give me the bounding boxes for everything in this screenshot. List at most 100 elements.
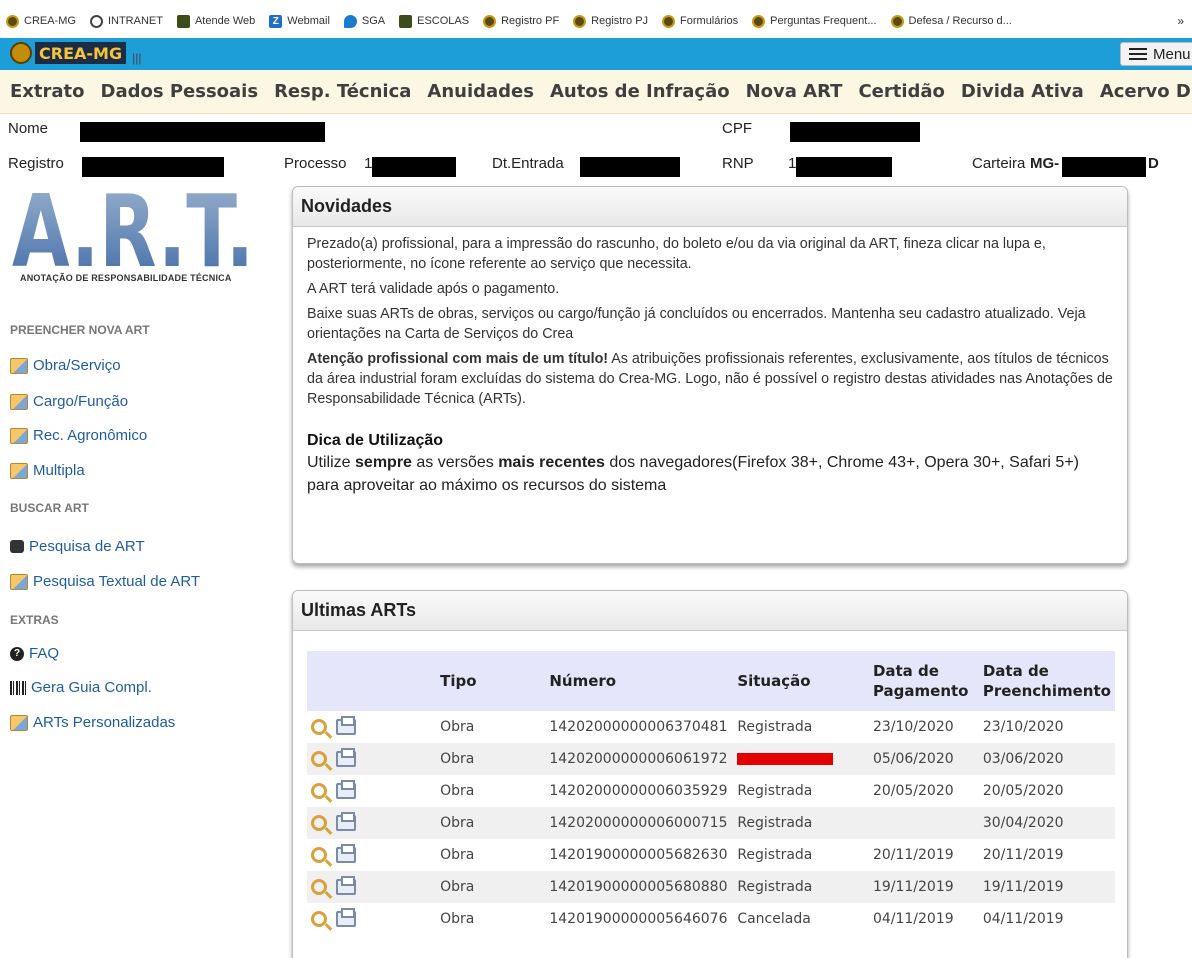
magnifier-icon[interactable]: [311, 847, 327, 863]
dt-entrada-redacted: [580, 157, 680, 177]
nav-certidao[interactable]: Certidão: [858, 81, 944, 102]
sidebar-item-gera-guia[interactable]: Gera Guia Compl.: [10, 679, 152, 696]
logo-text: CREA-MG: [35, 42, 127, 64]
rnp-redacted: [796, 157, 892, 177]
situacao-redacted: [733, 743, 869, 775]
col-data-pagamento: Data de Pagamento: [868, 651, 979, 711]
table-row: Obra 14202000000006000715 Registrada 30/…: [307, 807, 1115, 839]
table-row: Obra 14201900000005682630 Registrada 20/…: [307, 839, 1115, 871]
more-bookmarks-button[interactable]: »: [1177, 14, 1184, 28]
bookmark-defesa[interactable]: Defesa / Recurso d...: [890, 14, 1012, 28]
sidebar-item-arts-personalizadas[interactable]: ARTs Personalizadas: [10, 714, 175, 731]
app-icon: [399, 14, 413, 28]
sga-icon: [343, 14, 357, 28]
sidebar-item-faq[interactable]: ? FAQ: [10, 645, 59, 662]
menu-button[interactable]: Menu: [1120, 42, 1192, 66]
barcode-icon: [10, 680, 26, 695]
nome-label: Nome: [8, 120, 49, 137]
magnifier-icon[interactable]: [311, 751, 327, 767]
bookmark-registro-pf[interactable]: Registro PF: [483, 14, 559, 28]
col-actions: [307, 651, 437, 711]
nome-redacted: [80, 122, 325, 142]
red-redaction-bar: [737, 753, 834, 765]
bookmark-webmail[interactable]: Z Webmail: [269, 14, 330, 28]
magnifier-icon[interactable]: [311, 719, 327, 735]
printer-icon[interactable]: [336, 908, 356, 927]
bookmark-intranet[interactable]: INTRANET: [89, 14, 163, 28]
crea-icon: [662, 14, 676, 28]
art-logo-graphic: A.R.T.: [8, 173, 258, 290]
info-row-2: Registro Processo 1 Dt.Entrada RNP 1 Car…: [0, 155, 1192, 179]
ultimas-arts-table: Tipo Número Situação Data de Pagamento Da…: [307, 651, 1115, 935]
carteira-suffix: D: [1148, 155, 1159, 172]
sidebar-item-pesquisa-textual[interactable]: Pesquisa Textual de ART: [10, 573, 200, 590]
novidades-p3: Baixe suas ARTs de obras, serviços ou ca…: [307, 306, 1086, 342]
question-icon: ?: [10, 646, 24, 661]
printer-icon[interactable]: [336, 780, 356, 799]
bookmark-crea[interactable]: CREA-MG: [6, 14, 76, 28]
bookmark-escolas[interactable]: ESCOLAS: [399, 14, 469, 28]
edit-form-icon: [10, 714, 28, 731]
dica-text: Utilize sempre as versões mais recentes …: [307, 454, 1079, 494]
menu-label: Menu: [1153, 45, 1191, 63]
binoculars-icon: [10, 540, 24, 553]
globe-icon: [89, 14, 103, 28]
bookmarks-bar: CREA-MG INTRANET Atende Web Z Webmail SGA…: [0, 8, 1192, 34]
svg-text:A.R.T.: A.R.T.: [12, 190, 254, 270]
nav-extrato[interactable]: Extrato: [10, 81, 85, 102]
sidebar-item-obra-servico[interactable]: Obra/Serviço: [10, 357, 121, 374]
carteira-label: Carteira: [972, 155, 1026, 172]
printer-icon[interactable]: [336, 876, 356, 895]
nav-resp-tecnica[interactable]: Resp. Técnica: [274, 81, 411, 102]
cpf-redacted: [790, 122, 920, 142]
bookmark-atende-web[interactable]: Atende Web: [176, 14, 255, 28]
processo-redacted: [372, 157, 456, 177]
crea-icon: [6, 14, 19, 28]
nav-nova-art[interactable]: Nova ART: [746, 81, 843, 102]
nav-dados-pessoais[interactable]: Dados Pessoais: [101, 81, 259, 102]
section-preencher-nova-art: PREENCHER NOVA ART: [10, 323, 150, 337]
magnifier-icon[interactable]: [311, 879, 327, 895]
nav-divida-ativa[interactable]: Divida Ativa: [961, 81, 1084, 102]
magnifier-icon[interactable]: [311, 783, 327, 799]
info-row-1: Nome CPF: [0, 120, 1192, 144]
logo-bars-icon: |||: [132, 51, 142, 65]
art-logo-subtitle: ANOTAÇÃO DE RESPONSABILIDADE TÉCNICA: [20, 273, 232, 283]
sidebar-item-multipla[interactable]: Multipla: [10, 462, 85, 479]
sidebar-item-rec-agronomico[interactable]: Rec. Agronômico: [10, 427, 147, 444]
registro-redacted: [82, 157, 224, 177]
table-row: Obra 14202000000006370481 Registrada 23/…: [307, 711, 1115, 743]
edit-form-icon: [10, 393, 28, 410]
sidebar-item-cargo-funcao[interactable]: Cargo/Função: [10, 393, 128, 410]
sidebar-item-pesquisa-art[interactable]: Pesquisa de ART: [10, 538, 145, 555]
rnp-label: RNP: [722, 155, 754, 172]
printer-icon[interactable]: [336, 716, 356, 735]
hamburger-icon: [1129, 48, 1147, 60]
col-tipo: Tipo: [436, 651, 546, 711]
crea-icon: [890, 14, 904, 28]
magnifier-icon[interactable]: [311, 911, 327, 927]
nav-anuidades[interactable]: Anuidades: [427, 81, 534, 102]
printer-icon[interactable]: [336, 748, 356, 767]
printer-icon[interactable]: [336, 812, 356, 831]
bookmark-formularios[interactable]: Formulários: [662, 14, 738, 28]
carteira-prefix: MG-: [1030, 155, 1060, 172]
nav-autos-infracao[interactable]: Autos de Infração: [550, 81, 730, 102]
edit-form-icon: [10, 573, 28, 590]
col-situacao: Situação: [733, 651, 869, 711]
bookmark-perguntas[interactable]: Perguntas Frequent...: [752, 14, 877, 28]
crea-icon: [573, 14, 587, 28]
crea-logo[interactable]: CREA-MG |||: [10, 41, 141, 65]
section-extras: EXTRAS: [10, 613, 59, 627]
nav-acervo-digital[interactable]: Acervo Digital: [1100, 81, 1192, 102]
bookmark-sga[interactable]: SGA: [343, 14, 385, 28]
registro-label: Registro: [8, 155, 64, 172]
printer-icon[interactable]: [336, 844, 356, 863]
bookmark-registro-pj[interactable]: Registro PJ: [573, 14, 648, 28]
table-row: Obra 14202000000006035929 Registrada 20/…: [307, 775, 1115, 807]
novidades-body: Prezado(a) profissional, para a impressã…: [293, 227, 1127, 497]
edit-form-icon: [10, 427, 28, 444]
magnifier-icon[interactable]: [311, 815, 327, 831]
edit-form-icon: [10, 357, 28, 374]
edit-form-icon: [10, 462, 28, 479]
